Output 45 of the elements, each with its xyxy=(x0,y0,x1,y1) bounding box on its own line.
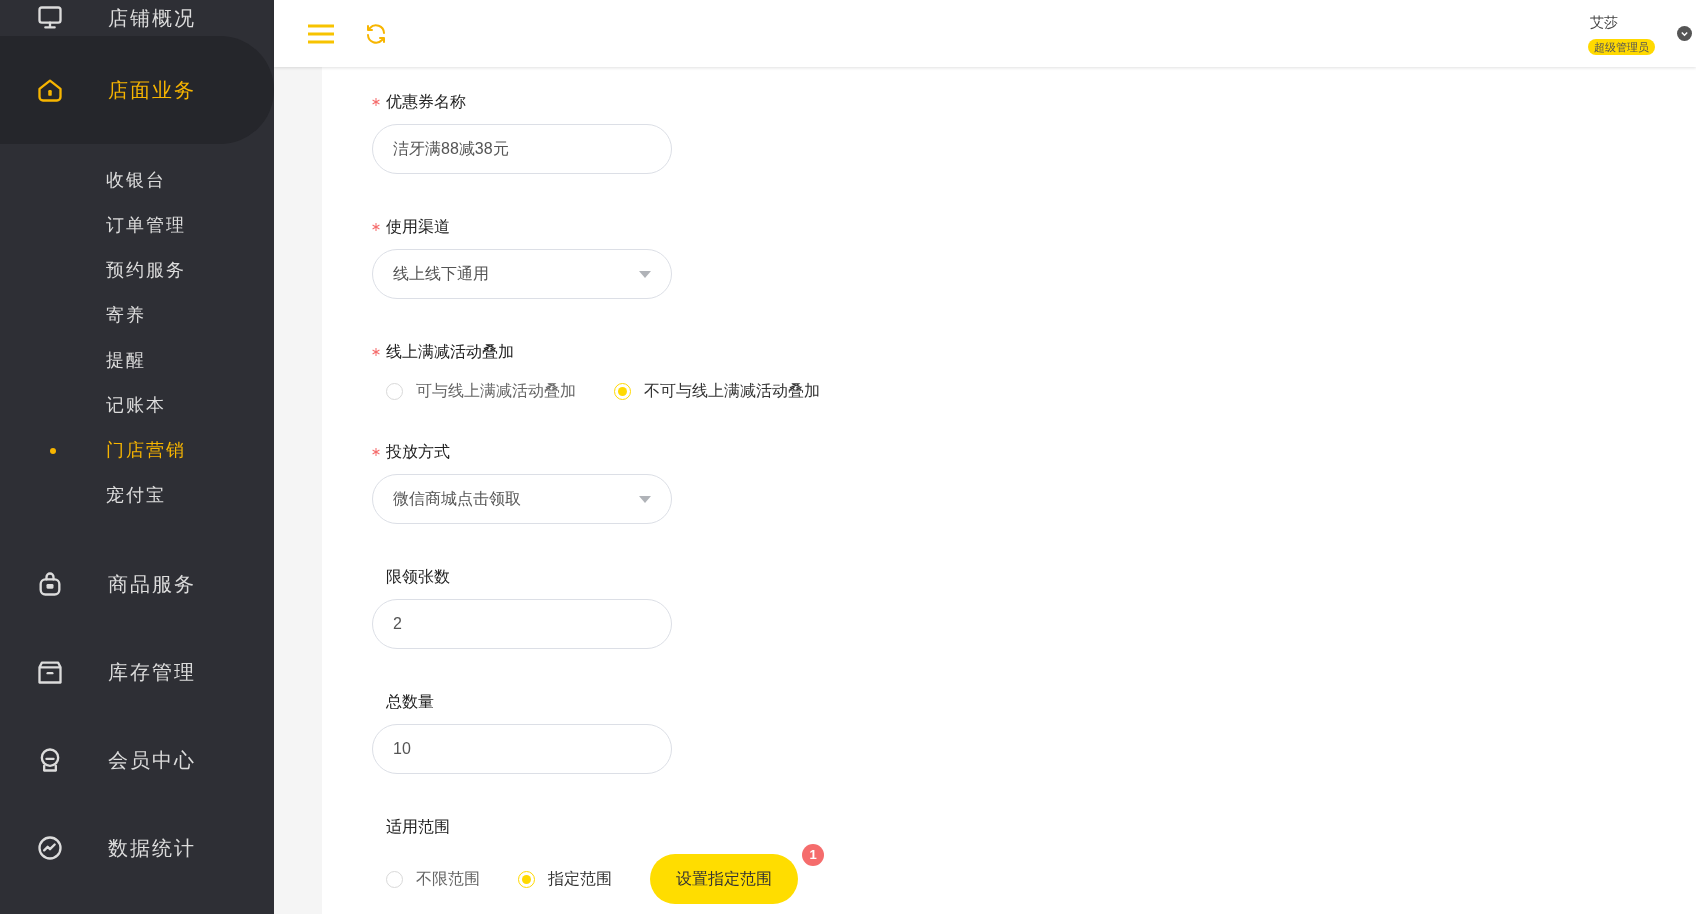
select-field[interactable]: 微信商城点击领取 xyxy=(372,474,672,524)
radio-label[interactable]: 不可与线上满减活动叠加 xyxy=(644,379,820,403)
required-star-icon xyxy=(372,98,380,106)
field-label: 总数量 xyxy=(386,692,434,712)
dropdown-caret-icon xyxy=(639,495,651,503)
submenu-item[interactable]: 宠付宝 xyxy=(0,473,274,518)
chevron-down-icon[interactable] xyxy=(1677,26,1692,41)
field-label: 线上满减活动叠加 xyxy=(386,342,514,362)
nav-item[interactable]: 商品服务 xyxy=(0,540,274,628)
nav-item[interactable]: 店铺概况 xyxy=(0,0,274,36)
set-scope-button[interactable]: 设置指定范围 xyxy=(650,854,798,904)
field-label: 投放方式 xyxy=(386,442,450,462)
select-field[interactable]: 线上线下通用 xyxy=(372,249,672,299)
submenu-item[interactable]: 提醒 xyxy=(0,338,274,383)
nav-item[interactable]: 数据统计 xyxy=(0,804,274,892)
dropdown-caret-icon xyxy=(639,270,651,278)
submenu-item[interactable]: 收银台 xyxy=(0,158,274,203)
submenu-item[interactable]: 寄养 xyxy=(0,293,274,338)
field-label: 适用范围 xyxy=(386,817,450,837)
text-field[interactable]: 10 xyxy=(372,724,672,774)
nav-item[interactable]: 会员中心 xyxy=(0,716,274,804)
radio-label[interactable]: 不限范围 xyxy=(416,867,480,891)
user-name: 艾莎 xyxy=(1589,13,1618,32)
required-star-icon xyxy=(372,348,380,356)
count-badge: 1 xyxy=(802,844,824,866)
text-field[interactable]: 洁牙满88减38元 xyxy=(372,124,672,174)
menu-icon[interactable] xyxy=(308,23,334,44)
required-star-icon xyxy=(372,223,380,231)
nav-item[interactable]: 店面业务 xyxy=(0,36,274,144)
radio-label[interactable]: 可与线上满减活动叠加 xyxy=(416,379,576,403)
submenu-item[interactable]: 记账本 xyxy=(0,383,274,428)
submenu-item[interactable]: 订单管理 xyxy=(0,203,274,248)
role-tag: 超级管理员 xyxy=(1588,39,1655,55)
radio-label[interactable]: 指定范围 xyxy=(548,867,612,891)
field-label: 限领张数 xyxy=(386,567,450,587)
submenu-item[interactable]: 门店营销 xyxy=(0,428,274,473)
text-field[interactable]: 2 xyxy=(372,599,672,649)
refresh-icon[interactable] xyxy=(364,21,388,46)
submenu-item[interactable]: 预约服务 xyxy=(0,248,274,293)
monitor-icon xyxy=(36,4,64,32)
field-label: 使用渠道 xyxy=(386,217,450,237)
chart-icon xyxy=(36,834,64,862)
field-label: 优惠券名称 xyxy=(386,92,466,112)
nav-item[interactable]: 库存管理 xyxy=(0,628,274,716)
required-star-icon xyxy=(372,448,380,456)
